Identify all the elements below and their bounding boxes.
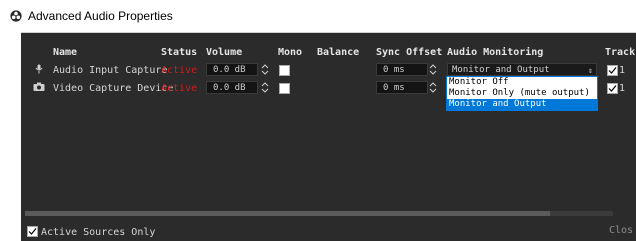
row1-name: Audio Input Capture — [53, 65, 168, 76]
window-title: Advanced Audio Properties — [28, 9, 173, 23]
row2-name: Video Capture Device — [53, 83, 174, 94]
col-header-status: Status — [161, 47, 198, 58]
row2-status: Active — [161, 83, 198, 94]
titlebar: Advanced Audio Properties — [0, 0, 636, 33]
row1-volume-spinner-icon[interactable] — [260, 63, 270, 76]
check-icon — [608, 85, 617, 92]
row2-mono-checkbox[interactable] — [279, 83, 290, 94]
col-header-audio-monitoring: Audio Monitoring — [447, 47, 544, 58]
row1-track1-checkbox[interactable] — [607, 65, 618, 76]
dropdown-option-monitor-and-output[interactable]: Monitor and Output — [447, 99, 597, 110]
row2-track1-label: 1 — [619, 83, 626, 94]
row1-status: Active — [161, 65, 198, 76]
row1-audio-monitoring-select[interactable]: Monitor and Output ⇕ — [447, 63, 597, 76]
audio-properties-window: Name Status Volume Mono Balance Sync Off… — [21, 33, 636, 241]
row2-sync-offset-input[interactable]: 0 ms — [376, 81, 428, 94]
col-header-name: Name — [53, 47, 78, 58]
close-button[interactable]: Clos — [601, 222, 636, 240]
horizontal-scrollbar[interactable] — [25, 211, 613, 216]
dropdown-option-monitor-off[interactable]: Monitor Off — [447, 77, 597, 88]
col-header-tracks: Track — [605, 47, 636, 58]
row1-sync-offset-input[interactable]: 0 ms — [376, 63, 428, 76]
check-icon — [608, 67, 617, 74]
col-header-volume: Volume — [206, 47, 243, 58]
active-sources-only-label: Active Sources Only — [41, 227, 156, 238]
col-header-mono: Mono — [278, 47, 303, 58]
camera-icon — [33, 82, 45, 91]
row1-track1-label: 1 — [619, 65, 626, 76]
row2-track1-checkbox[interactable] — [607, 83, 618, 94]
row2-sync-spinner-icon[interactable] — [428, 81, 438, 94]
audio-monitoring-dropdown-list[interactable]: Monitor Off Monitor Only (mute output) M… — [446, 76, 598, 111]
check-icon — [28, 228, 37, 235]
row2-volume-spinner-icon[interactable] — [260, 81, 270, 94]
row1-volume-input[interactable]: 0.0 dB — [206, 63, 258, 76]
microphone-icon — [35, 64, 43, 74]
row1-sync-spinner-icon[interactable] — [428, 63, 438, 76]
row2-volume-input[interactable]: 0.0 dB — [206, 81, 258, 94]
active-sources-only-checkbox[interactable] — [27, 226, 38, 237]
col-header-balance: Balance — [317, 47, 360, 58]
col-header-sync-offset: Sync Offset — [376, 47, 443, 58]
scrollbar-thumb[interactable] — [25, 211, 550, 216]
dropdown-option-monitor-only[interactable]: Monitor Only (mute output) — [447, 88, 597, 99]
row1-mono-checkbox[interactable] — [279, 65, 290, 76]
obs-logo-icon — [10, 10, 22, 22]
